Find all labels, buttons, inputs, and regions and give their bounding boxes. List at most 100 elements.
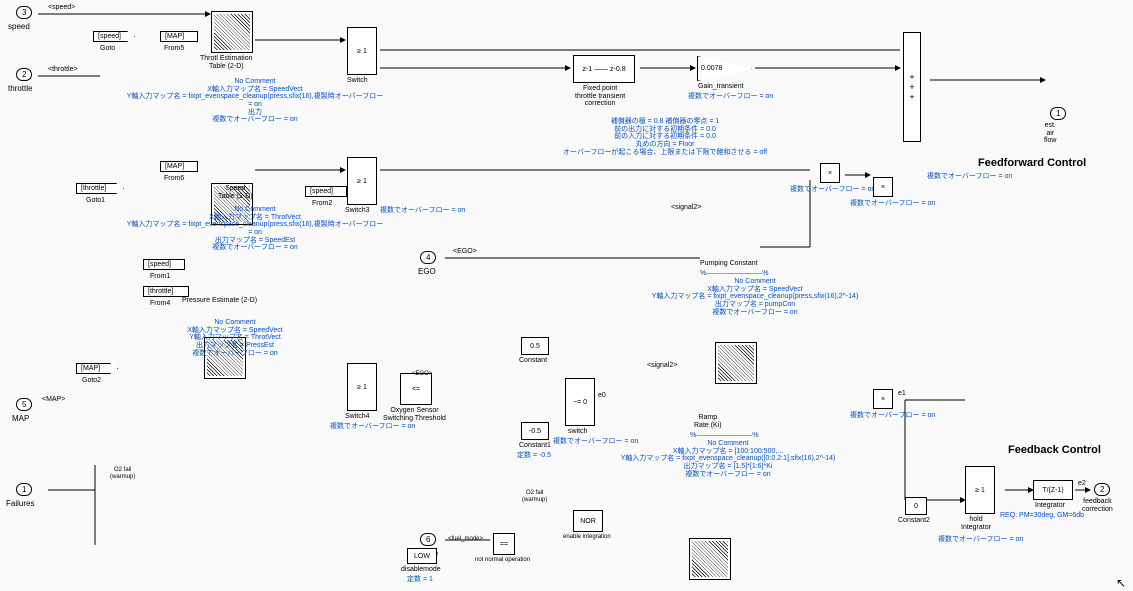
sig-e1: e1 <box>898 390 906 397</box>
from4[interactable]: [throttle] <box>143 286 189 297</box>
outport-fbcorr[interactable]: 2 <box>1094 483 1110 496</box>
inport-failures-label: Failures <box>6 499 34 508</box>
switch3-blue: 複数でオーバーフロー = on <box>380 207 465 215</box>
inport-failures[interactable]: 1 <box>16 483 32 496</box>
const-low[interactable]: LOW <box>407 548 437 564</box>
transfer-fn[interactable]: z-1 —— z-0.8 <box>573 55 635 83</box>
cursor-icon: ↖ <box>1116 576 1126 590</box>
gain-transient[interactable]: 0.0078 <box>697 56 752 81</box>
product3-blue: 複数でオーバーフロー = on <box>850 412 935 420</box>
oxygen-relop[interactable]: <= <box>400 373 432 405</box>
from2[interactable]: [speed] <box>305 186 347 197</box>
from6[interactable]: [MAP] <box>160 161 198 172</box>
nor[interactable]: NOR <box>573 510 603 532</box>
product2[interactable]: × <box>873 177 893 197</box>
from5-label: From5 <box>164 45 184 53</box>
sig-e0: e0 <box>598 392 606 399</box>
sep2: %————————% <box>690 432 758 440</box>
switch4[interactable]: ≥ 1 <box>347 363 377 411</box>
lut-ramp-notes: No Comment X軸入力マップ名 = [100:100:500,... Y… <box>598 440 858 478</box>
sig-throttle: <throttle> <box>48 66 78 73</box>
const-low-blue: 定数 = 1 <box>407 576 433 584</box>
lut-speed-label: Speed Table (2-D) <box>218 185 253 200</box>
hold-blue: 複数でオーバーフロー = on <box>938 536 1023 544</box>
switch[interactable]: ≥ 1 <box>347 27 377 75</box>
goto-map-label: Goto2 <box>82 377 101 385</box>
switch-small[interactable]: ~= 0 <box>565 378 595 426</box>
sum[interactable]: +++ <box>903 32 921 142</box>
lut-pump-label: Pumping Constant <box>700 260 758 268</box>
inport-ego-label: EGO <box>418 267 436 276</box>
relop-mode[interactable]: == <box>493 533 515 555</box>
sig-signal2: <signal2> <box>671 204 701 211</box>
transfer-fn-notes: 補償器の極 = 0.8 補償器の零点 = 1 前の出力に対する初期条件 = 0.… <box>505 118 825 156</box>
sig-e2: e2 <box>1078 480 1086 487</box>
const-m05[interactable]: -0.5 <box>521 422 549 440</box>
switch-small-label: switch <box>568 428 587 436</box>
goto-speed-label: Goto <box>100 45 115 53</box>
hold-integrator-switch[interactable]: ≥ 1 <box>965 466 995 514</box>
inport-throttle[interactable]: 2 <box>16 68 32 81</box>
sum-blue: 複数でオーバーフロー = on <box>927 173 1012 181</box>
switch3[interactable]: ≥ 1 <box>347 157 377 205</box>
outport-estairflow[interactable]: 1 <box>1050 107 1066 120</box>
integrator-req: REQ: PM=30deg, GM=6db <box>1000 512 1084 520</box>
lut-pump-notes: No Comment X軸入力マップ名 = SpeedVect Y軸入力マップ名… <box>640 278 870 316</box>
oxygen-relop-label: Oxygen Sensor Switching Threshold <box>383 407 446 422</box>
goto-throttle[interactable]: [throttle] <box>76 183 124 194</box>
integrator-label: Integrator <box>1035 502 1065 510</box>
product1-blue: 複数でオーバーフロー = on <box>790 186 875 194</box>
title-feedback: Feedback Control <box>1008 444 1101 456</box>
inport-speed[interactable]: 3 <box>16 6 32 19</box>
from1[interactable]: [speed] <box>143 259 185 270</box>
switch3-label: Switch3 <box>345 207 370 215</box>
title-feedforward: Feedforward Control <box>978 157 1086 169</box>
sig-ego: <EGO> <box>453 248 477 255</box>
const-05[interactable]: 0.5 <box>521 337 549 355</box>
ego-sig: <EGO> <box>412 371 432 378</box>
hold-integrator-label: hold Integrator <box>961 516 991 531</box>
sig-signal2b: <signal2> <box>647 362 677 369</box>
product3[interactable]: × <box>873 389 893 409</box>
lut-throt-label: Throtl Estimation Table (2-D) <box>200 55 253 70</box>
transfer-fn-label: Fixed point throttle transient correctio… <box>575 85 625 108</box>
goto-speed[interactable]: [speed] <box>93 31 135 42</box>
o2fail-a: O2 fail (warmup) <box>110 467 135 480</box>
nor-label: enable integration <box>563 534 611 541</box>
const-0[interactable]: 0 <box>905 497 927 515</box>
from5[interactable]: [MAP] <box>160 31 198 42</box>
product2-blue: 複数でオーバーフロー = on <box>850 200 935 208</box>
lut-throt-notes: No Comment X軸入力マップ名 = SpeedVect Y軸入力マップ名… <box>125 78 385 124</box>
switch-small-blue: 複数でオーバーフロー = on <box>553 438 638 446</box>
product1[interactable]: × <box>820 163 840 183</box>
const-m05-label: Constant1 <box>519 442 551 450</box>
relop-mode-label: not normal operation <box>475 557 530 564</box>
lut-throt[interactable] <box>211 11 253 53</box>
goto-throttle-label: Goto1 <box>86 197 105 205</box>
gain-transient-label: Gain_transient <box>698 83 744 91</box>
from4-label: From4 <box>150 300 170 308</box>
sep1: %————————% <box>700 270 768 278</box>
outport-fbcorr-label: feedback correction <box>1082 498 1113 513</box>
integrator[interactable]: T/(Z-1) <box>1033 480 1073 500</box>
from6-label: From6 <box>164 175 184 183</box>
const-low-label: disablemode <box>401 566 441 574</box>
switch4-label: Switch4 <box>345 413 370 421</box>
lut-ramp-label: Ramp Rate (Ki) <box>694 414 722 429</box>
outport-estairflow-label: est. air flow <box>1044 122 1056 145</box>
lut-ramp[interactable] <box>689 538 731 580</box>
lut-pump[interactable] <box>715 342 757 384</box>
sig-map: <MAP> <box>42 396 65 403</box>
switch4-blue: 複数でオーバーフロー = on <box>330 423 415 431</box>
const-05-label: Constant <box>519 357 547 365</box>
inport-map[interactable]: 5 <box>16 398 32 411</box>
inport-ego[interactable]: 4 <box>420 251 436 264</box>
inport-mode[interactable]: 6 <box>420 533 436 546</box>
inport-map-label: MAP <box>12 414 29 423</box>
goto-map[interactable]: [MAP] <box>76 363 118 374</box>
const-0-label: Constant2 <box>898 517 930 525</box>
inport-speed-label: speed <box>8 22 30 31</box>
switch-label: Switch <box>347 77 368 85</box>
const-m05-blue: 定数 = -0.5 <box>517 452 551 460</box>
fuelmode-sig: <fuel_mode> <box>448 536 483 543</box>
